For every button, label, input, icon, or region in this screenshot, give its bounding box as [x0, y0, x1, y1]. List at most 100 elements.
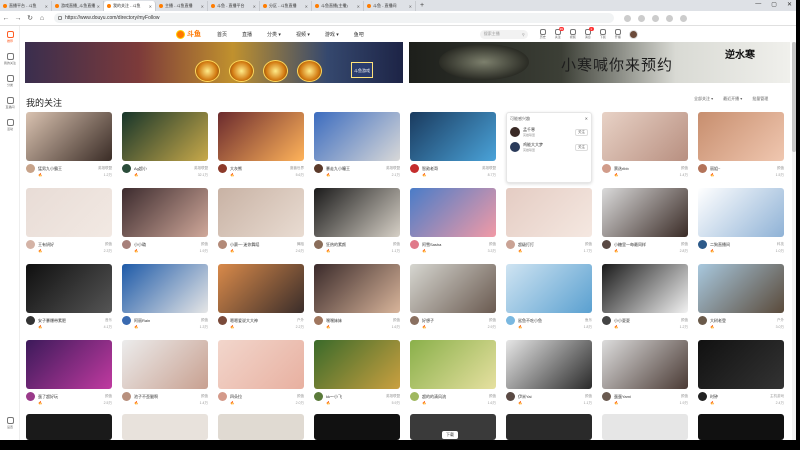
- streamer-name[interactable]: 小小璐: [134, 242, 198, 248]
- avatar[interactable]: [506, 240, 515, 249]
- streamer-name[interactable]: 伊米Yai: [518, 394, 582, 400]
- profile-icon[interactable]: [666, 14, 673, 22]
- stream-card[interactable]: 嘿嘿妹妹 颜值 🔥 1.6万: [314, 264, 400, 335]
- avatar[interactable]: [510, 142, 520, 152]
- sidebar-item[interactable]: 直播间: [0, 92, 20, 114]
- stream-card[interactable]: 阿雪Sasha 颜值 🔥 3.3万: [410, 188, 496, 259]
- streamer-name[interactable]: 暴走九小瞳王: [326, 166, 383, 172]
- popup-close-icon[interactable]: ✕: [585, 116, 588, 122]
- stream-card[interactable]: 智勋老哥 英雄联盟 🔥 8.7万: [410, 112, 496, 183]
- stream-card[interactable]: 池子不歪腿啊 颜值 🔥 1.4万: [122, 340, 208, 411]
- search-icon[interactable]: ⚲: [522, 32, 525, 37]
- avatar[interactable]: [698, 240, 707, 249]
- stream-card[interactable]: 暴走九小瞳王 英雄联盟 🔥 2.1万: [314, 112, 400, 183]
- browser-tab[interactable]: 分区 - 斗鱼直播 ✕: [260, 1, 312, 11]
- streamer-name[interactable]: 小小夏夏: [614, 318, 678, 324]
- stream-thumbnail[interactable]: [314, 112, 400, 161]
- streamer-name[interactable]: 蛋蛋Yami: [614, 394, 678, 400]
- browser-tab[interactable]: 斗鱼直播(主播) ✕: [312, 1, 364, 11]
- tab-close-icon[interactable]: ✕: [253, 4, 256, 9]
- stream-card[interactable]: Ag超小 英雄联盟 🔥 32.1万: [122, 112, 208, 183]
- streamer-name[interactable]: 猛男九小霸王: [38, 166, 95, 172]
- stream-thumbnail[interactable]: 下载: [410, 414, 496, 440]
- stream-thumbnail[interactable]: [506, 340, 592, 389]
- streamer-name[interactable]: 好想子: [422, 318, 486, 324]
- stream-thumbnail[interactable]: [122, 414, 208, 440]
- forward-icon[interactable]: →: [12, 15, 24, 22]
- nav-menu-item[interactable]: 首页: [217, 31, 227, 38]
- nav-menu-item[interactable]: 鱼吧: [354, 31, 364, 38]
- menu-icon[interactable]: [680, 14, 687, 22]
- download-label[interactable]: 下载: [442, 431, 458, 439]
- stream-thumbnail[interactable]: [218, 188, 304, 237]
- banner-left[interactable]: 斗鱼游戏: [25, 42, 403, 83]
- sidebar-item[interactable]: 我的关注: [0, 48, 20, 70]
- streamer-name[interactable]: 大树老登: [710, 318, 774, 324]
- tab-close-icon[interactable]: ✕: [305, 4, 308, 9]
- avatar[interactable]: [410, 164, 419, 173]
- sidebar-item[interactable]: 推荐: [0, 26, 20, 48]
- tab-close-icon[interactable]: ✕: [149, 4, 152, 9]
- stream-card[interactable]: 超级打打 颜值 🔥 1.7万: [506, 188, 592, 259]
- sidebar-item[interactable]: 分类: [0, 70, 20, 92]
- stream-thumbnail[interactable]: [410, 112, 496, 161]
- tab-close-icon[interactable]: ✕: [45, 4, 48, 9]
- stream-thumbnail[interactable]: [602, 340, 688, 389]
- follow-button[interactable]: 关注 99: [553, 27, 564, 39]
- avatar[interactable]: [602, 240, 611, 249]
- avatar[interactable]: [410, 316, 419, 325]
- streamer-name[interactable]: 蛋了超好玩: [38, 394, 102, 400]
- stream-thumbnail[interactable]: [314, 340, 400, 389]
- streamer-name[interactable]: 嗯嗯爱说大大神: [230, 318, 294, 324]
- stream-thumbnail[interactable]: [698, 414, 784, 440]
- message-button[interactable]: 消息 1: [583, 27, 594, 39]
- sidebar-settings[interactable]: 设置: [0, 412, 20, 434]
- stream-thumbnail[interactable]: [26, 264, 112, 313]
- avatar[interactable]: [410, 240, 419, 249]
- avatar[interactable]: [218, 164, 227, 173]
- scrollbar[interactable]: [792, 42, 796, 440]
- stream-card[interactable]: 大树老登 户外 🔥 3.0万: [698, 264, 784, 335]
- banner-right[interactable]: 小寒喊你来预约 逆水寒: [409, 42, 790, 83]
- avatar[interactable]: [314, 392, 323, 401]
- streamer-name[interactable]: 鲨鱼不吃小鱼: [518, 318, 582, 324]
- search-input[interactable]: 搜索主播 ⚲: [479, 29, 528, 39]
- stream-card[interactable]: 好想子 颜值 🔥 2.9万: [410, 264, 496, 335]
- stream-thumbnail[interactable]: [26, 188, 112, 237]
- stream-card[interactable]: 安子暴爆带素肥 音乐 🔥 4.1万: [26, 264, 112, 335]
- nav-menu-item[interactable]: 视频 ▾: [296, 31, 310, 38]
- stream-card[interactable]: 嗯嗯爱说大大神 户外 🔥 2.2万: [218, 264, 304, 335]
- tab-close-icon[interactable]: ✕: [357, 4, 360, 9]
- avatar[interactable]: [218, 240, 227, 249]
- user-avatar[interactable]: [628, 29, 638, 39]
- stream-thumbnail[interactable]: [506, 264, 592, 313]
- follow-button[interactable]: 关注: [575, 143, 588, 151]
- stream-thumbnail[interactable]: [26, 414, 112, 440]
- stream-card[interactable]: 狂热的素颜 颜值 🔥 1.1万: [314, 188, 400, 259]
- stream-card[interactable]: 小小璐 颜值 🔥 1.9万: [122, 188, 208, 259]
- nav-menu-item[interactable]: 分类 ▾: [267, 31, 281, 38]
- avatar[interactable]: [26, 392, 35, 401]
- stream-thumbnail[interactable]: [698, 188, 784, 237]
- browser-tab[interactable]: 直播平台 - 斗鱼 ✕: [0, 1, 52, 11]
- stream-thumbnail[interactable]: [122, 188, 208, 237]
- streamer-name[interactable]: 超的的清风流: [422, 394, 486, 400]
- scrollbar-thumb[interactable]: [792, 42, 796, 152]
- section-option[interactable]: 全部关注 ▾: [694, 96, 713, 102]
- avatar[interactable]: [122, 316, 131, 325]
- stream-thumbnail[interactable]: [314, 188, 400, 237]
- avatar[interactable]: [602, 164, 611, 173]
- streamer-name[interactable]: 小赛一·迷你舞蹈: [230, 242, 294, 248]
- stream-thumbnail[interactable]: [410, 188, 496, 237]
- stream-thumbnail[interactable]: [218, 340, 304, 389]
- streamer-name[interactable]: 嘿嘿妹妹: [326, 318, 390, 324]
- streamer-name[interactable]: 智勋老哥: [422, 166, 479, 172]
- follow-button[interactable]: 关注: [575, 128, 588, 136]
- stream-card[interactable]: 阿丽Rain 颜值 🔥 1.3万: [122, 264, 208, 335]
- extension-icon[interactable]: [624, 14, 631, 22]
- stream-thumbnail[interactable]: [698, 112, 784, 161]
- avatar[interactable]: [122, 240, 131, 249]
- site-logo[interactable]: 斗鱼: [176, 29, 201, 39]
- stream-thumbnail[interactable]: [314, 264, 400, 313]
- avatar[interactable]: [410, 392, 419, 401]
